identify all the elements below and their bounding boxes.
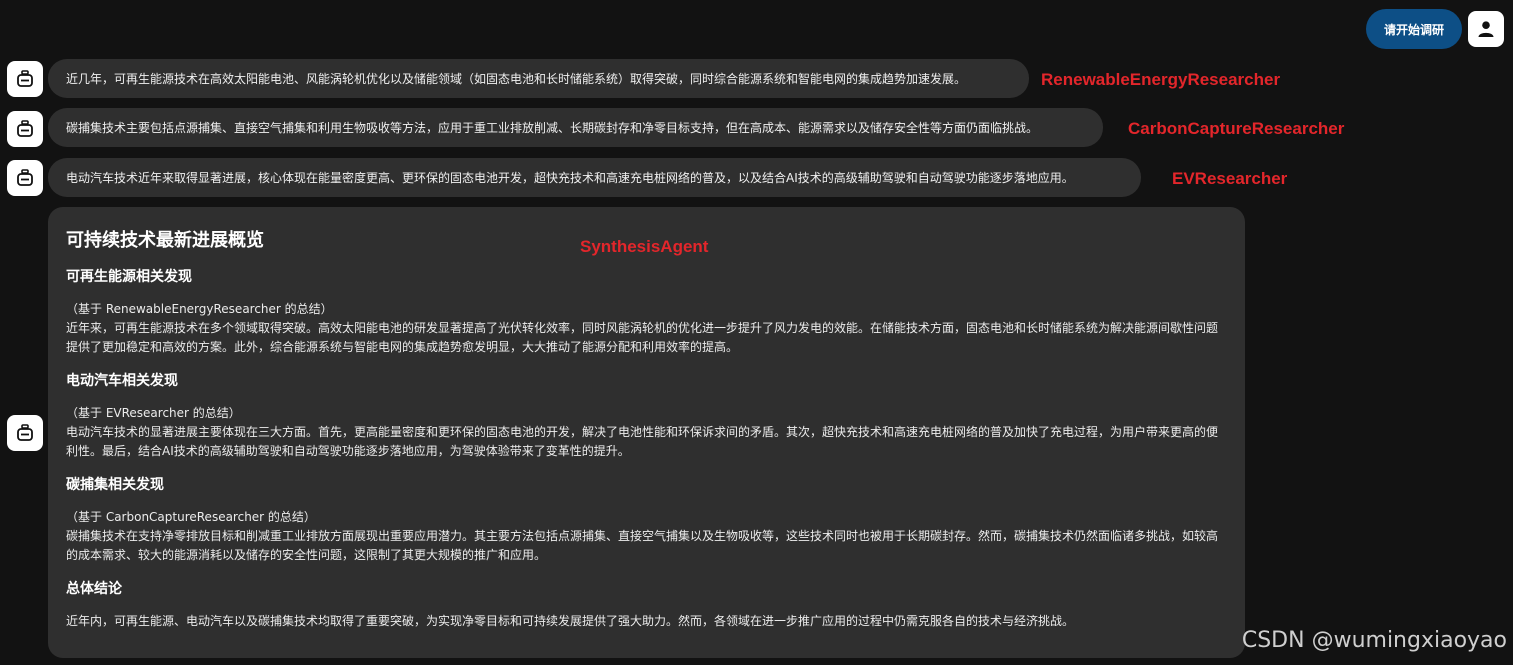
section-body: 电动汽车技术的显著进展主要体现在三大方面。首先，更高能量密度和更环保的固态电池的…	[66, 425, 1219, 458]
robot-icon	[17, 424, 33, 441]
agent-message-ev: 电动汽车技术近年来取得显著进展，核心体现在能量密度更高、更环保的固态电池开发，超…	[48, 158, 1141, 197]
agent-message-carbon: 碳捕集技术主要包括点源捕集、直接空气捕集和利用生物吸收等方法，应用于重工业排放削…	[48, 108, 1103, 147]
bot-avatar	[7, 160, 43, 196]
user-message-row: 请开始调研	[1365, 9, 1504, 49]
robot-icon	[17, 169, 33, 186]
section-carbon: （基于 CarbonCaptureResearcher 的总结） 碳捕集技术在支…	[66, 508, 1227, 565]
agent-tag-synthesis: SynthesisAgent	[580, 237, 709, 256]
section-heading-ev: 电动汽车相关发现	[66, 373, 178, 389]
chat-window: 请开始调研 近几年，可再生能源技术在高效太阳能电池、风能涡轮机优化以及储能领域（…	[0, 0, 1513, 665]
agent-message-renewable: 近几年，可再生能源技术在高效太阳能电池、风能涡轮机优化以及储能领域（如固态电池和…	[48, 59, 1029, 98]
section-source: （基于 EVResearcher 的总结）	[66, 406, 241, 420]
agent-tag-renewable: RenewableEnergyResearcher	[1041, 70, 1281, 89]
agent-tag-ev: EVResearcher	[1172, 169, 1288, 188]
person-icon	[1478, 21, 1494, 37]
bot-avatar	[7, 61, 43, 97]
section-source: （基于 CarbonCaptureResearcher 的总结）	[66, 510, 316, 524]
section-body: 近年来，可再生能源技术在多个领域取得突破。高效太阳能电池的研发显著提高了光伏转化…	[66, 321, 1219, 354]
robot-icon	[17, 120, 33, 137]
section-ev: （基于 EVResearcher 的总结） 电动汽车技术的显著进展主要体现在三大…	[66, 404, 1227, 461]
watermark: CSDN @wumingxiaoyao	[1241, 628, 1507, 653]
section-conclusion: 近年内，可再生能源、电动汽车以及碳捕集技术均取得了重要突破，为实现净零目标和可持…	[66, 614, 1075, 628]
robot-icon	[17, 70, 33, 87]
section-heading-renewable: 可再生能源相关发现	[66, 269, 192, 285]
section-source: （基于 RenewableEnergyResearcher 的总结）	[66, 302, 333, 316]
user-message-bubble: 请开始调研	[1365, 9, 1462, 49]
synthesis-message: 可持续技术最新进展概览 可再生能源相关发现 （基于 RenewableEnerg…	[48, 207, 1245, 658]
section-heading-carbon: 碳捕集相关发现	[66, 477, 164, 493]
section-heading-conclusion: 总体结论	[66, 581, 122, 597]
section-renewable: （基于 RenewableEnergyResearcher 的总结） 近年来，可…	[66, 300, 1227, 357]
section-body: 碳捕集技术在支持净零排放目标和削减重工业排放方面展现出重要应用潜力。其主要方法包…	[66, 529, 1219, 562]
bot-avatar	[7, 415, 43, 451]
bot-avatar	[7, 111, 43, 147]
user-avatar[interactable]	[1468, 11, 1504, 47]
agent-tag-carbon: CarbonCaptureResearcher	[1128, 119, 1345, 138]
